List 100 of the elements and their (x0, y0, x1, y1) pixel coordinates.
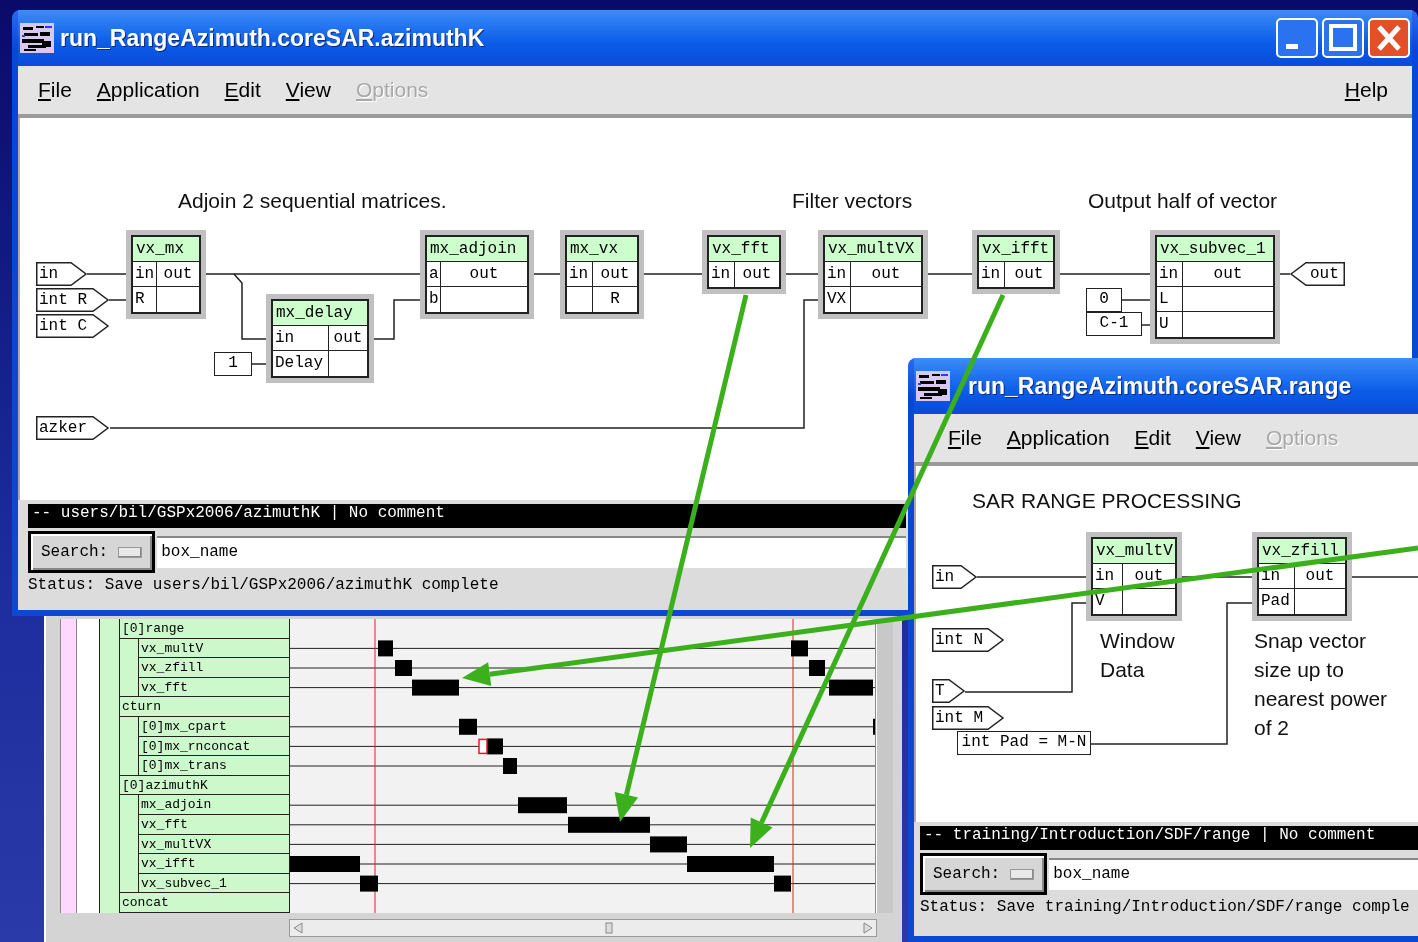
function-block[interactable]: mx_vx in out R (560, 230, 644, 319)
trace-row-label[interactable]: vx_ifft (139, 854, 289, 874)
port-label: a (429, 264, 439, 285)
input-port[interactable]: azker (36, 416, 109, 440)
function-block[interactable]: mx_delay in out Delay (266, 294, 374, 383)
function-block[interactable]: vx_multVX in out VX (818, 230, 928, 319)
wire (1351, 576, 1418, 578)
input-port[interactable]: int N (932, 628, 1004, 652)
menu-item[interactable]: Edit (1134, 426, 1171, 450)
diagram-comment: Adjoin 2 sequential matrices. (178, 188, 447, 214)
trace-group-label[interactable]: [0]range (120, 619, 289, 639)
port-label: in (1095, 566, 1115, 587)
trace-group-label[interactable]: [0]azimuthK (120, 775, 289, 796)
comment-bar: -- training/Introduction/SDF/range | No comment (920, 826, 1418, 850)
menu-item[interactable]: File (38, 78, 72, 102)
port-label: out (163, 264, 193, 285)
function-block[interactable]: vx_multV in out V (1086, 532, 1182, 621)
trace-row-label[interactable]: [0]mx_cpart (139, 716, 289, 737)
port-label: in (275, 328, 295, 349)
port-label: out (1213, 264, 1243, 285)
port-label: R (610, 289, 620, 310)
search-field[interactable]: box_name (1049, 858, 1418, 890)
diagram-comment: Filter vectors (792, 188, 913, 214)
function-block[interactable]: vx_subvec_1 in out L U (1150, 230, 1280, 344)
port-label: out (871, 264, 901, 285)
menu-item[interactable]: View (285, 78, 331, 102)
port-label: in (827, 264, 847, 285)
port-label: out (1305, 566, 1335, 587)
trace-row-label[interactable]: vx_fft (139, 814, 289, 835)
function-block[interactable]: vx_ifft in out (972, 230, 1060, 294)
trace-row-label[interactable]: vx_zfill (139, 658, 289, 678)
wire (927, 273, 973, 275)
close-button[interactable] (1368, 18, 1410, 58)
port-label: out (600, 264, 630, 285)
output-port[interactable]: out (1290, 262, 1345, 286)
trace-row-label[interactable]: vx_multV (139, 638, 289, 659)
trace-group-label[interactable]: concat (120, 893, 289, 913)
diagram-comment: Snap vector size up to nearest power of 2 (1254, 628, 1389, 741)
menu-item[interactable]: View (1195, 426, 1241, 450)
status-text: Status: Save training/Introduction/SDF/range comple (920, 898, 1411, 918)
comment-bar: -- users/bil/GSPx2006/azimuthK | No comment (28, 504, 906, 528)
search-button[interactable]: Search: (920, 853, 1048, 895)
menu-item[interactable]: Edit (224, 78, 261, 102)
trace-row-label[interactable]: vx_fft (139, 677, 289, 698)
port-label: out (1014, 264, 1044, 285)
window-title: run_RangeAzimuth.coreSAR.range (968, 372, 1352, 400)
port-label: VX (827, 289, 847, 310)
block-title: vx_mx (133, 237, 199, 262)
input-port[interactable]: int R (36, 288, 109, 312)
minimize-button[interactable] (1276, 18, 1318, 58)
block-title: vx_multV (1093, 539, 1175, 564)
port-label: out (1134, 566, 1164, 587)
trace-group-label[interactable]: cturn (120, 697, 289, 717)
constant-box[interactable]: C-1 (1086, 312, 1142, 336)
status-text: Status: Save users/bil/GSPx2006/azimuthK complete (28, 576, 500, 596)
function-block[interactable]: mx_adjoin a out b (420, 230, 534, 319)
block-title: mx_vx (567, 237, 637, 262)
menu-item[interactable]: Help (1344, 78, 1388, 102)
port-label: out (742, 264, 772, 285)
port-label: out (333, 328, 363, 349)
app-icon (20, 23, 54, 53)
function-block[interactable]: vx_zfill in out Pad (1252, 532, 1352, 621)
block-title: vx_subvec_1 (1157, 237, 1273, 262)
function-block[interactable]: vx_fft in out (702, 230, 786, 294)
menu-item[interactable]: File (948, 426, 982, 450)
trace-row-label[interactable]: [0]mx_trans (139, 756, 289, 776)
trace-row-label[interactable]: vx_multVX (139, 834, 289, 855)
search-field[interactable]: box_name (157, 536, 906, 568)
block-title: vx_multVX (825, 237, 921, 262)
input-port[interactable]: T (932, 679, 965, 703)
input-port[interactable]: in (932, 565, 977, 589)
constant-box[interactable]: int Pad = M-N (957, 731, 1091, 755)
input-port[interactable]: int C (36, 314, 109, 338)
search-button[interactable]: Search: (28, 531, 156, 573)
port-label: Pad (1261, 591, 1290, 612)
constant-box[interactable]: 0 (1086, 288, 1122, 312)
maximize-button[interactable] (1322, 18, 1364, 58)
port-label: in (711, 264, 731, 285)
port-label: in (135, 264, 155, 285)
wire (1141, 324, 1151, 326)
window-title: run_RangeAzimuth.coreSAR.azimuthK (60, 24, 485, 52)
block-title: vx_ifft (979, 237, 1053, 262)
function-block[interactable]: vx_mx in out R (126, 230, 206, 319)
port-label: out (469, 264, 499, 285)
port-label: V (1095, 591, 1105, 612)
port-label: in (981, 264, 1001, 285)
wire (1279, 273, 1291, 275)
port-label: in (569, 264, 589, 285)
trace-row-label[interactable]: vx_subvec_1 (139, 873, 289, 894)
menu-item[interactable]: Application (1006, 426, 1110, 450)
diagram-comment: SAR RANGE PROCESSING (972, 488, 1242, 514)
trace-row-label[interactable]: mx_adjoin (139, 795, 289, 815)
menu-item[interactable]: Application (96, 78, 200, 102)
port-label: b (429, 289, 439, 310)
constant-box[interactable]: 1 (214, 352, 252, 376)
input-port[interactable]: int M (932, 706, 1004, 730)
trace-row-label[interactable]: [0]mx_rnconcat (139, 736, 289, 757)
vertical-scrollbar[interactable] (876, 619, 893, 913)
input-port[interactable]: in (36, 262, 87, 286)
port-label: R (135, 289, 145, 310)
